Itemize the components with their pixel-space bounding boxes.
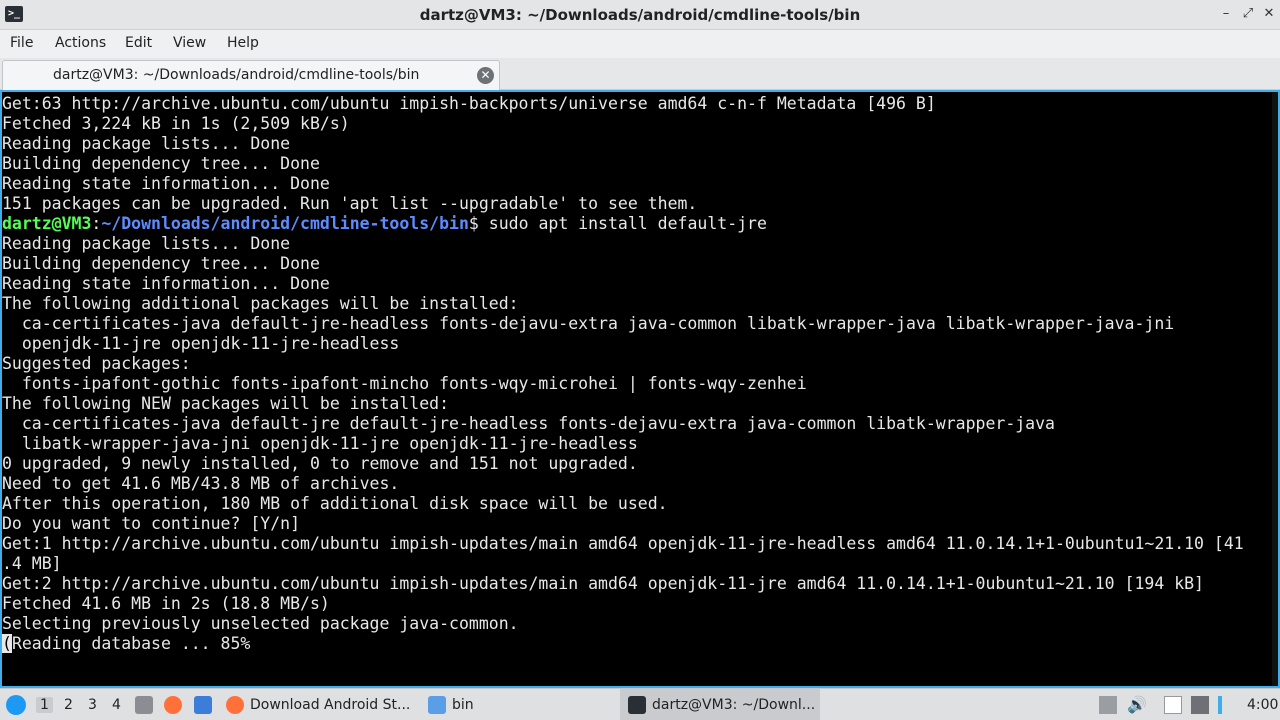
terminal-line: Fetched 3,224 kB in 1s (2,509 kB/s) — [2, 114, 350, 133]
folder-icon — [428, 696, 446, 714]
terminal-line: ca-certificates-java default-jre-headles… — [2, 314, 1175, 333]
firefox-icon — [226, 696, 244, 714]
prompt-path: ~/Downloads/android/cmdline-tools/bin — [101, 214, 469, 233]
terminal-line: Get:1 http://archive.ubuntu.com/ubuntu i… — [2, 534, 1244, 553]
tab-bar: dartz@VM3: ~/Downloads/android/cmdline-t… — [0, 58, 1280, 90]
terminal-line: openjdk-11-jre openjdk-11-jre-headless — [2, 334, 400, 353]
volume-icon[interactable]: 🔊 — [1127, 696, 1147, 714]
maximize-icon[interactable]: ⤢ — [1240, 6, 1256, 22]
minimize-icon[interactable]: – — [1218, 6, 1234, 22]
terminal-line: Suggested packages: — [2, 354, 191, 373]
terminal-line: libatk-wrapper-java-jni openjdk-11-jre o… — [2, 434, 638, 453]
menu-actions[interactable]: Actions — [55, 35, 106, 51]
terminal-scrollbar[interactable] — [1272, 92, 1278, 686]
terminal-line: Reading state information... Done — [2, 174, 330, 193]
tab-terminal[interactable]: dartz@VM3: ~/Downloads/android/cmdline-t… — [2, 60, 500, 90]
clock: 4:00 — [1247, 697, 1279, 713]
terminal-line: fonts-ipafont-gothic fonts-ipafont-minch… — [2, 374, 807, 393]
terminal-line: Get:63 http://archive.ubuntu.com/ubuntu … — [2, 94, 936, 113]
terminal-line: ca-certificates-java default-jre default… — [2, 414, 1055, 433]
file-manager-launcher-icon[interactable] — [194, 689, 218, 720]
terminal-line: 0 upgraded, 9 newly installed, 0 to remo… — [2, 454, 638, 473]
task-file-manager[interactable]: bin — [428, 689, 474, 720]
task-label: Download Android St... — [250, 697, 411, 713]
task-firefox[interactable]: Download Android St... — [226, 689, 410, 720]
notes-icon[interactable] — [1164, 696, 1182, 714]
prompt-user: dartz@VM3 — [2, 214, 92, 233]
app-launcher-icon[interactable] — [6, 689, 32, 720]
terminal-line: The following additional packages will b… — [2, 294, 519, 313]
terminal-line: Get:2 http://archive.ubuntu.com/ubuntu i… — [2, 574, 1204, 593]
menu-edit[interactable]: Edit — [125, 35, 152, 51]
terminal-line: 151 packages can be upgraded. Run 'apt l… — [2, 194, 698, 213]
terminal-line: After this operation, 180 MB of addition… — [2, 494, 668, 513]
terminal-cursor: ( — [2, 634, 12, 653]
terminal-line: dartz@VM3:~/Downloads/android/cmdline-to… — [2, 214, 1278, 234]
terminal-line: Need to get 41.6 MB/43.8 MB of archives. — [2, 474, 400, 493]
clipboard-icon[interactable] — [1099, 696, 1117, 714]
window-titlebar[interactable]: >_ dartz@VM3: ~/Downloads/android/cmdlin… — [0, 0, 1280, 30]
terminal-view[interactable]: Get:63 http://archive.ubuntu.com/ubuntu … — [0, 90, 1280, 688]
menu-file[interactable]: File — [10, 35, 33, 51]
task-label: dartz@VM3: ~/Downl... — [652, 697, 816, 713]
tab-label: dartz@VM3: ~/Downloads/android/cmdline-t… — [53, 67, 420, 83]
window-title: dartz@VM3: ~/Downloads/android/cmdline-t… — [419, 6, 861, 24]
prompt-symbol: $ — [468, 214, 479, 233]
network-icon[interactable] — [1218, 696, 1222, 714]
display-icon[interactable] — [1191, 696, 1209, 714]
menu-view[interactable]: View — [173, 35, 206, 51]
show-desktop-icon[interactable] — [135, 689, 159, 720]
close-window-icon[interactable]: ✕ — [1261, 6, 1277, 22]
menu-help[interactable]: Help — [227, 35, 259, 51]
terminal-line: Do you want to continue? [Y/n] — [2, 514, 301, 533]
close-tab-icon[interactable]: ✕ — [477, 67, 494, 84]
desktop-2[interactable]: 2 — [64, 697, 73, 713]
terminal-line: Building dependency tree... Done — [2, 254, 320, 273]
terminal-line: (Reading database ... 85% — [2, 634, 1278, 654]
terminal-line: The following NEW packages will be insta… — [2, 394, 450, 413]
firefox-launcher-icon[interactable] — [164, 689, 188, 720]
desktop-3[interactable]: 3 — [88, 697, 97, 713]
terminal-output: Get:63 http://archive.ubuntu.com/ubuntu … — [2, 94, 1278, 654]
prompt-separator: : — [91, 214, 102, 233]
progress-text: Reading database ... 85% — [11, 634, 251, 653]
terminal-line: Reading state information... Done — [2, 274, 330, 293]
terminal-line: Fetched 41.6 MB in 2s (18.8 MB/s) — [2, 594, 330, 613]
terminal-line: .4 MB] — [2, 554, 62, 573]
taskbar: 1 2 3 4 Download Android St... bin dartz… — [0, 688, 1280, 720]
task-label: bin — [452, 697, 474, 713]
terminal-line: Building dependency tree... Done — [2, 154, 320, 173]
terminal-icon — [628, 696, 646, 714]
terminal-line: Reading package lists... Done — [2, 134, 291, 153]
terminal-line: Selecting previously unselected package … — [2, 614, 519, 633]
menu-bar: File Actions Edit View Help — [0, 30, 1280, 58]
prompt-command: sudo apt install default-jre — [478, 214, 767, 233]
terminal-line: Reading package lists... Done — [2, 234, 291, 253]
desktop-1[interactable]: 1 — [36, 697, 53, 713]
desktop-4[interactable]: 4 — [112, 697, 121, 713]
task-terminal[interactable]: dartz@VM3: ~/Downl... — [620, 689, 820, 720]
